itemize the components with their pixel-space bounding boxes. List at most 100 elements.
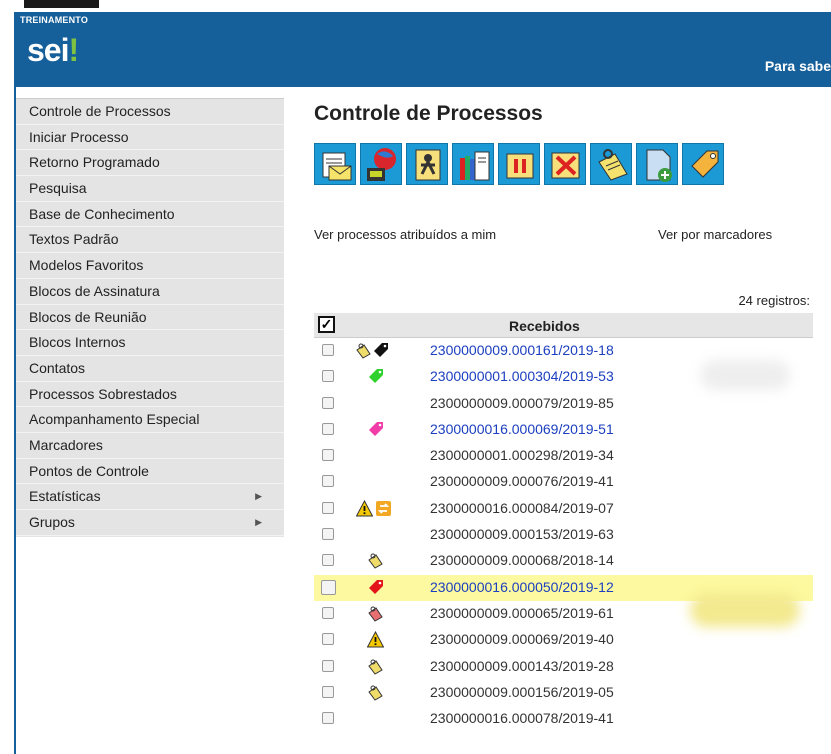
sidebar-item-label: Marcadores: [29, 436, 103, 453]
sidebar-item-label: Blocos de Reunião: [29, 308, 147, 325]
top-bar-shape: [24, 0, 99, 8]
sidebar-item-estatisticas[interactable]: Estatísticas ▶: [16, 484, 284, 510]
row-checkbox[interactable]: [322, 606, 334, 619]
sidebar-item-label: Acompanhamento Especial: [29, 411, 200, 428]
sidebar-item-pesquisa[interactable]: Pesquisa: [16, 176, 284, 202]
redacted-cell: [700, 360, 790, 390]
library-icon[interactable]: [452, 143, 494, 185]
sidebar-item-label: Modelos Favoritos: [29, 257, 144, 274]
annotation-note-icon[interactable]: [367, 552, 384, 570]
sidebar-item-blocos-de-reuniao[interactable]: Blocos de Reunião: [16, 305, 284, 331]
row-checkbox[interactable]: [322, 422, 334, 435]
header-right-text[interactable]: Para sabe: [765, 58, 831, 74]
row-checkbox[interactable]: [322, 475, 334, 488]
row-checkbox[interactable]: [322, 344, 334, 356]
top-strip: [0, 0, 831, 12]
process-number-link[interactable]: 2300000016.000050/2019-12: [430, 579, 614, 595]
sidebar-item-label: Retorno Programado: [29, 154, 160, 171]
process-number[interactable]: 2300000009.000076/2019-41: [430, 473, 614, 489]
environment-label: TREINAMENTO: [20, 15, 89, 25]
annotation-note-icon[interactable]: [367, 658, 384, 675]
link-by-markers[interactable]: Ver por marcadores: [658, 227, 772, 242]
process-number[interactable]: 2300000009.000156/2019-05: [430, 684, 614, 700]
publish-icon[interactable]: [360, 143, 402, 185]
sidebar-item-processos-sobrestados[interactable]: Processos Sobrestados: [16, 382, 284, 408]
red-tag-icon[interactable]: [368, 579, 385, 596]
select-all-checkbox[interactable]: ✓: [318, 316, 335, 333]
table-row: 2300000009.000069/2019-40: [314, 627, 813, 653]
sidebar-item-blocos-de-assinatura[interactable]: Blocos de Assinatura: [16, 279, 284, 305]
row-checkbox[interactable]: [322, 501, 334, 514]
row-checkbox[interactable]: [322, 685, 334, 698]
left-edge: [0, 12, 16, 754]
process-number-link[interactable]: 2300000016.000069/2019-51: [430, 421, 614, 437]
table-row: 2300000009.000076/2019-41: [314, 469, 813, 495]
sidebar-item-label: Pontos de Controle: [29, 462, 149, 479]
table-row: 2300000009.000068/2018-14: [314, 548, 813, 574]
sidebar-item-contatos[interactable]: Contatos: [16, 356, 284, 382]
sidebar-menu: Controle de Processos Iniciar Processo R…: [16, 98, 284, 537]
sidebar-item-label: Textos Padrão: [29, 231, 119, 248]
row-checkbox[interactable]: [322, 712, 334, 725]
sei-logo[interactable]: sei!: [27, 32, 79, 69]
annotation-icon[interactable]: [590, 143, 632, 185]
assign-user-icon[interactable]: [406, 143, 448, 185]
table-row: 2300000009.000153/2019-63: [314, 522, 813, 548]
sidebar-item-marcadores[interactable]: Marcadores: [16, 433, 284, 459]
logo-main: sei: [27, 32, 69, 68]
process-number[interactable]: 2300000009.000079/2019-85: [430, 395, 614, 411]
row-checkbox[interactable]: [322, 528, 334, 541]
link-assigned-to-me[interactable]: Ver processos atribuídos a mim: [314, 227, 496, 242]
annotation-note-icon[interactable]: [367, 684, 384, 701]
sidebar-item-pontos-de-controle[interactable]: Pontos de Controle: [16, 459, 284, 485]
row-checkbox[interactable]: [322, 396, 334, 409]
process-number[interactable]: 2300000009.000068/2018-14: [430, 552, 614, 568]
logo-accent: !: [68, 32, 79, 68]
sidebar-item-label: Controle de Processos: [29, 103, 171, 119]
process-number[interactable]: 2300000001.000298/2019-34: [430, 447, 614, 463]
page-title: Controle de Processos: [314, 102, 543, 125]
marker-tag-icon[interactable]: [682, 143, 724, 185]
sidebar-item-base-de-conhecimento[interactable]: Base de Conhecimento: [16, 202, 284, 228]
conclude-process-icon[interactable]: [544, 143, 586, 185]
row-checkbox[interactable]: [322, 659, 334, 672]
process-number-link[interactable]: 2300000009.000161/2019-18: [430, 342, 614, 358]
process-number[interactable]: 2300000009.000065/2019-61: [430, 605, 614, 621]
process-number[interactable]: 2300000016.000084/2019-07: [430, 500, 614, 516]
pink-tag-icon[interactable]: [368, 421, 385, 438]
records-count: 24 registros:: [738, 293, 810, 308]
green-tag-icon[interactable]: [368, 368, 385, 385]
row-checkbox[interactable]: [322, 633, 334, 646]
warning-icon[interactable]: [367, 631, 384, 648]
process-number[interactable]: 2300000009.000153/2019-63: [430, 526, 614, 542]
process-number[interactable]: 2300000009.000069/2019-40: [430, 631, 614, 647]
return-icon[interactable]: [375, 500, 392, 517]
row-checkbox[interactable]: [321, 579, 336, 595]
row-checkbox[interactable]: [322, 370, 334, 383]
priority-note-icon[interactable]: [367, 605, 384, 622]
sidebar-item-grupos[interactable]: Grupos ▶: [16, 510, 284, 536]
sidebar-item-iniciar-processo[interactable]: Iniciar Processo: [16, 125, 284, 151]
sidebar-item-controle-de-processos[interactable]: Controle de Processos: [16, 99, 284, 125]
sidebar-item-acompanhamento-especial[interactable]: Acompanhamento Especial: [16, 407, 284, 433]
process-number[interactable]: 2300000009.000143/2019-28: [430, 658, 614, 674]
sidebar-item-modelos-favoritos[interactable]: Modelos Favoritos: [16, 253, 284, 279]
annotation-note-icon[interactable]: [355, 342, 372, 359]
black-tag-icon[interactable]: [373, 342, 390, 359]
new-document-icon[interactable]: [636, 143, 678, 185]
send-process-icon[interactable]: [314, 143, 356, 185]
warning-icon[interactable]: [356, 499, 373, 517]
row-checkbox[interactable]: [322, 554, 334, 567]
sidebar-item-label: Base de Conhecimento: [29, 205, 175, 222]
sidebar-item-blocos-internos[interactable]: Blocos Internos: [16, 330, 284, 356]
submenu-arrow-icon: ▶: [255, 517, 262, 527]
row-checkbox[interactable]: [322, 449, 334, 462]
pause-icon[interactable]: [498, 143, 540, 185]
process-number[interactable]: 2300000016.000078/2019-41: [430, 710, 614, 726]
process-number-link[interactable]: 2300000001.000304/2019-53: [430, 368, 614, 384]
table-row: 2300000009.000156/2019-05: [314, 680, 813, 706]
sidebar-item-textos-padrao[interactable]: Textos Padrão: [16, 227, 284, 254]
table-row: 2300000016.000069/2019-51: [314, 417, 813, 443]
table-row: 2300000016.000078/2019-41: [314, 706, 813, 732]
sidebar-item-retorno-programado[interactable]: Retorno Programado: [16, 150, 284, 177]
